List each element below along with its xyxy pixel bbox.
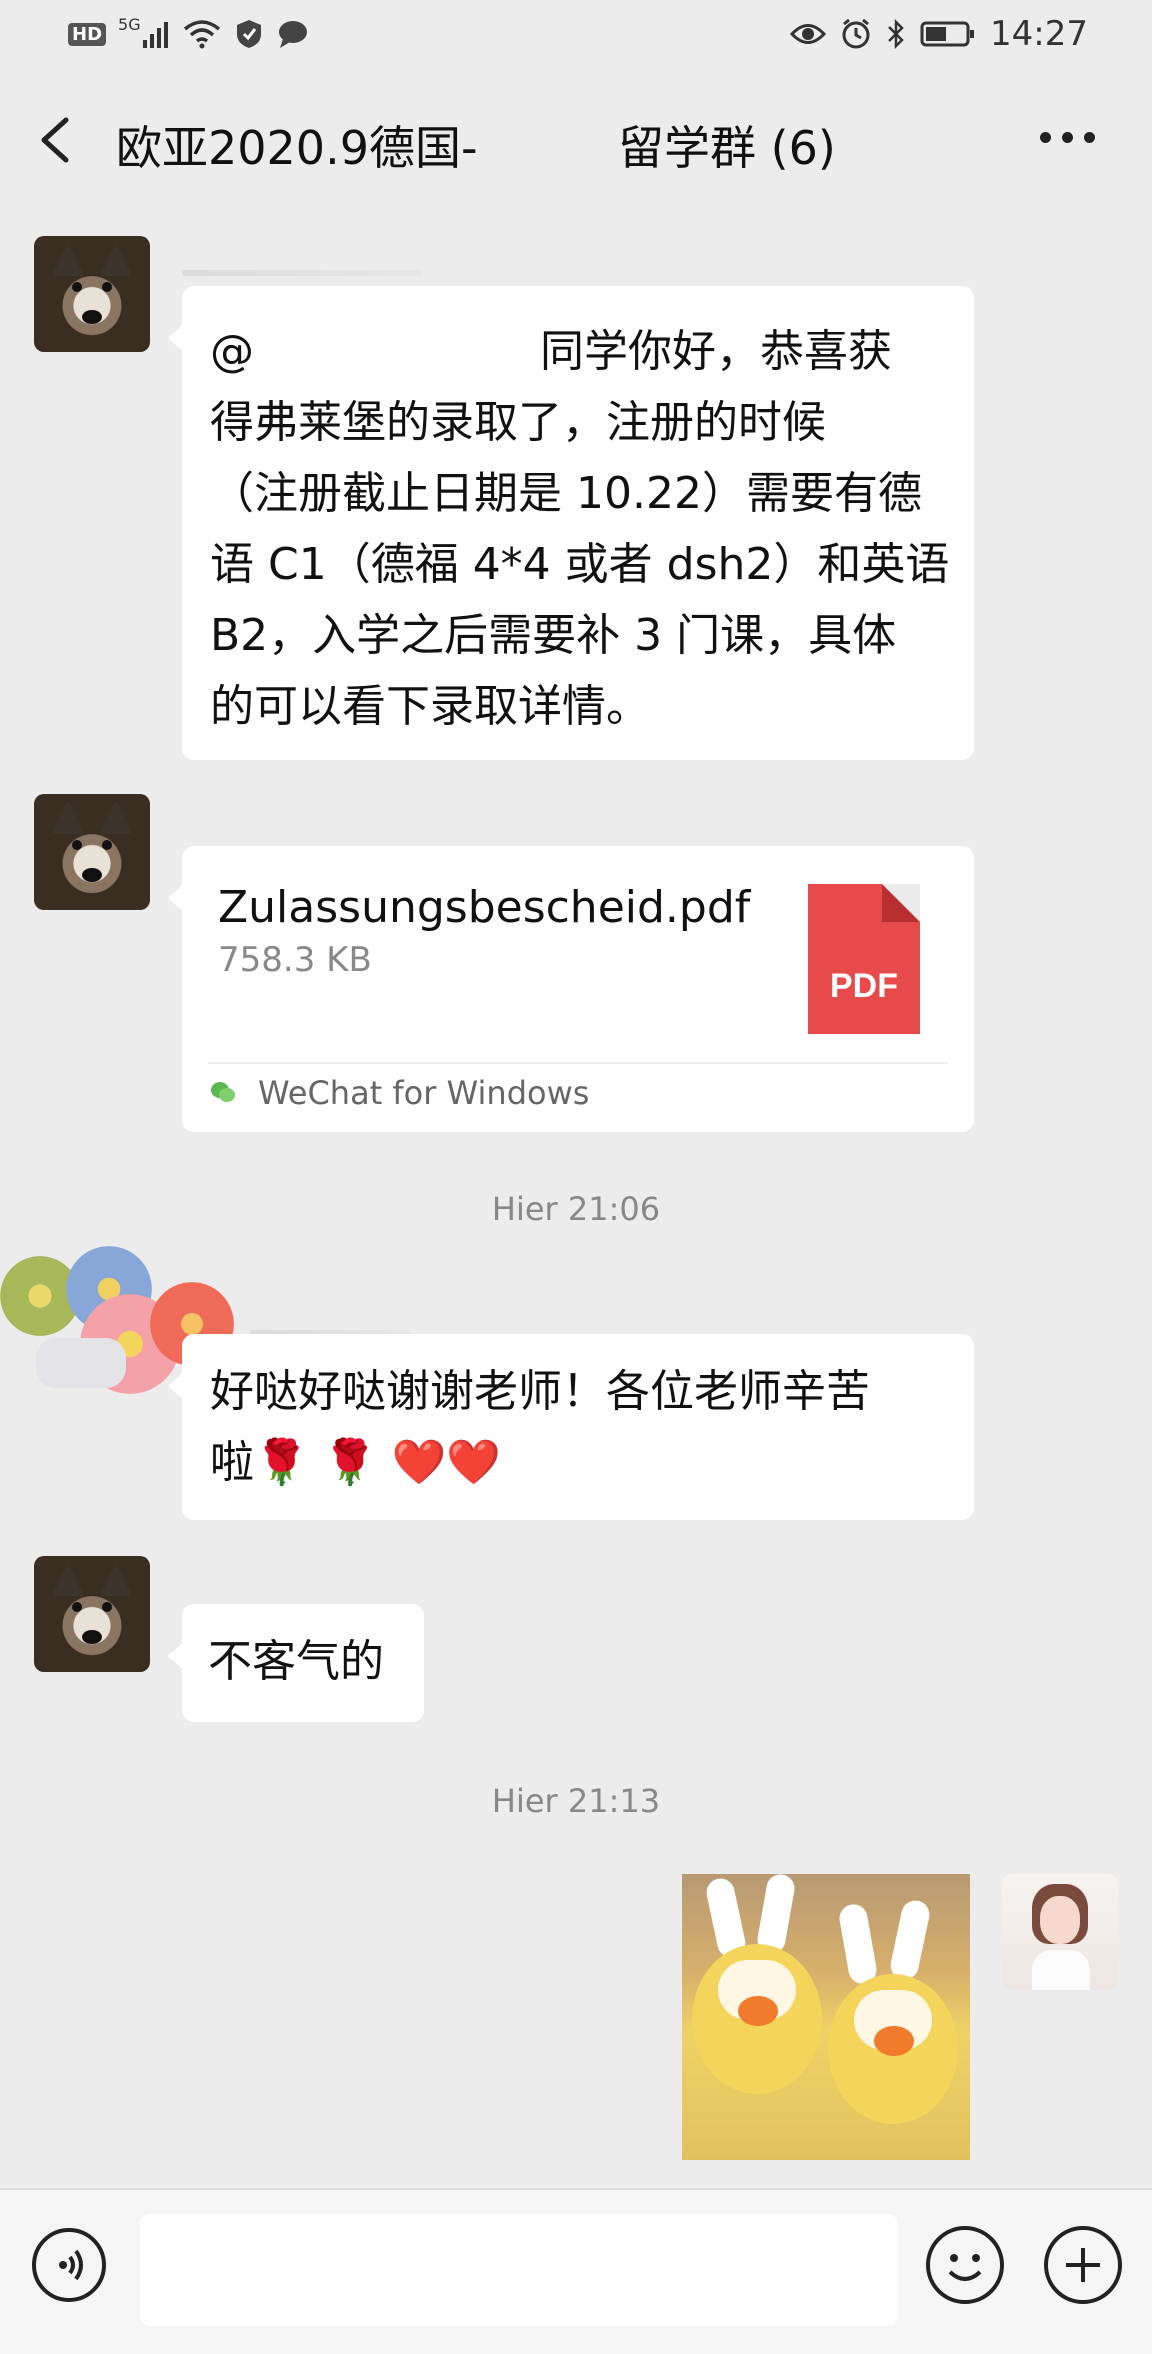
message-bubble[interactable]: 好哒好哒谢谢老师！各位老师辛苦 啦🌹 🌹 ❤️❤️	[168, 1334, 974, 1520]
network-type: 5G	[118, 14, 141, 34]
hd-icon: HD	[68, 22, 107, 46]
sender-name	[182, 270, 422, 276]
emoji-icon[interactable]	[926, 2226, 1004, 2304]
timestamp: Hier 21:06	[491, 1190, 661, 1228]
plus-icon[interactable]	[1044, 2226, 1122, 2304]
wifi-icon	[183, 20, 220, 49]
battery-icon	[920, 21, 975, 47]
avatar[interactable]	[1002, 1874, 1118, 1990]
chat-title-right: 留学群 (6)	[618, 121, 836, 175]
shield-icon	[236, 20, 261, 48]
message-bubble[interactable]: @ 同学你好，恭喜获 得弗莱堡的录取了，注册的时候 （注册截止日期是 10.22…	[168, 286, 974, 760]
wechat-logo-icon	[211, 1082, 235, 1102]
file-card[interactable]: Zulassungsbescheid.pdf 758.3 KB PDF WeCh…	[168, 846, 974, 1132]
divider	[208, 1062, 948, 1064]
timestamp: Hier 21:13	[491, 1782, 661, 1820]
more-icon[interactable]	[1040, 132, 1096, 148]
eye-icon	[790, 24, 827, 44]
file-size: 758.3 KB	[218, 940, 372, 980]
pdf-icon: PDF	[808, 884, 920, 1034]
clock: 14:27	[990, 14, 1088, 54]
duck-sticker[interactable]	[682, 1874, 970, 2160]
message-text: 好哒好哒谢谢老师！各位老师辛苦 啦🌹 🌹 ❤️❤️	[210, 1366, 870, 1488]
signal-icon	[142, 22, 168, 48]
message-text: 同学你好，恭喜获 得弗莱堡的录取了，注册的时候 （注册截止日期是 10.22）需…	[210, 326, 950, 732]
message-text: 不客气的	[208, 1636, 384, 1687]
chat-title-left: 欧亚2020.9德国-	[116, 121, 478, 175]
bluetooth-icon	[888, 18, 904, 50]
avatar[interactable]	[0, 1246, 234, 1396]
chevron-left-icon[interactable]	[36, 116, 76, 164]
voice-icon[interactable]	[32, 2228, 106, 2302]
file-name: Zulassungsbescheid.pdf	[218, 882, 751, 933]
alarm-icon	[842, 18, 870, 49]
message-input[interactable]	[140, 2214, 898, 2326]
pdf-label: PDF	[830, 967, 898, 1005]
avatar[interactable]	[34, 1556, 150, 1672]
avatar[interactable]	[34, 794, 150, 910]
file-source: WeChat for Windows	[258, 1074, 590, 1112]
message-icon	[278, 21, 307, 48]
status-bar: HD 5G 14:27	[0, 0, 1152, 70]
message-bubble[interactable]: 不客气的	[168, 1604, 424, 1722]
avatar[interactable]	[34, 236, 150, 352]
